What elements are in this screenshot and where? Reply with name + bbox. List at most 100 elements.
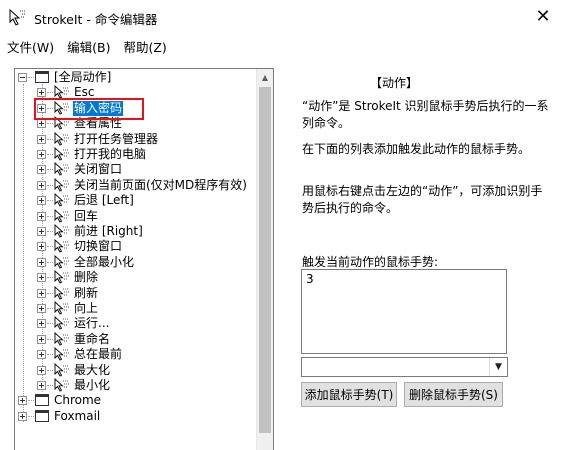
tree-node-label: 运行... (74, 316, 110, 331)
expand-plus-icon[interactable] (37, 288, 46, 298)
tree-branch-line (47, 277, 53, 279)
tree-row[interactable]: 重命名 (15, 331, 255, 347)
collapse-minus-icon[interactable] (18, 73, 27, 82)
expand-plus-icon[interactable] (37, 242, 46, 252)
expand-plus-icon[interactable] (37, 350, 46, 360)
expand-plus-icon[interactable] (18, 411, 27, 421)
expand-plus-icon[interactable] (37, 273, 46, 283)
tree-branch-line (47, 138, 53, 140)
tree-row[interactable]: 向上 (15, 300, 255, 316)
tree-branch-line (28, 400, 34, 402)
action-info-panel: 【动作】 “动作”是 StrokeIt 识别鼠标手势后执行的一系列命令。 在下面… (282, 56, 566, 450)
tree-branch-line (47, 385, 53, 386)
expand-plus-icon[interactable] (37, 257, 46, 267)
tree-node-label: 最大化 (74, 362, 111, 377)
tree-branch-line (47, 246, 53, 248)
tree-row[interactable]: 切换窗口 (15, 239, 255, 254)
expand-plus-icon[interactable] (37, 381, 46, 390)
tree-row[interactable]: 全部最小化 (15, 254, 255, 270)
expand-plus-icon[interactable] (18, 396, 27, 406)
annotation-highlight-box (34, 98, 144, 120)
expand-plus-icon[interactable] (37, 196, 46, 206)
scroll-thumb[interactable] (259, 87, 271, 433)
window-icon (35, 409, 49, 422)
title-bar: StrokeIt - 命令编辑器 ✕ (0, 0, 566, 34)
tree-row[interactable]: 刷新 (15, 285, 255, 301)
tree-node-label: 最小化 (74, 378, 111, 392)
tree-row[interactable]: 回车 (15, 208, 255, 224)
tree-branch-line (47, 200, 53, 202)
tree-branch-line (47, 215, 53, 217)
tree-node-label: 回车 (74, 208, 99, 223)
expand-plus-icon[interactable] (37, 304, 46, 313)
tree-row[interactable]: Foxmail (15, 409, 255, 424)
tree-branch-line (47, 354, 53, 356)
tree-branch-line (47, 292, 53, 294)
tree-node-label: 删除 (74, 270, 99, 285)
tree-branch-line (47, 184, 53, 186)
tree-branch-line (28, 77, 34, 78)
tree-node-label: 前进 [Right] (74, 224, 143, 238)
tree-row[interactable]: 删除 (15, 270, 255, 285)
menu-help[interactable]: 帮助(Z) (116, 34, 172, 56)
strokeit-app-icon (9, 8, 26, 26)
expand-plus-icon[interactable] (37, 334, 46, 344)
tree-branch-line (47, 369, 53, 371)
tree-row[interactable]: 总在最前 (15, 347, 255, 362)
expand-plus-icon[interactable] (37, 319, 46, 329)
expand-plus-icon[interactable] (37, 88, 46, 98)
tree-row[interactable]: 最大化 (15, 362, 255, 378)
tree-branch-line (47, 231, 53, 232)
tree-row[interactable]: 前进 [Right] (15, 223, 255, 239)
description-paragraph-1: “动作”是 StrokeIt 识别鼠标手势后执行的一系列命令。 (302, 99, 549, 130)
expand-plus-icon[interactable] (37, 119, 46, 129)
scroll-up-arrow-icon[interactable]: ▲ (257, 69, 273, 86)
tree-node-label: 打开我的电脑 (74, 147, 147, 161)
tree-branch-line (47, 92, 53, 94)
tree-branch-line (47, 123, 53, 125)
tree-node-label: [全局动作] (54, 70, 112, 84)
tree-row[interactable]: 后退 [Left] (15, 193, 255, 208)
tree-row[interactable]: Chrome (15, 393, 255, 408)
tree-vertical-scrollbar[interactable]: ▲ (256, 69, 273, 450)
tree-content: [全局动作] Esc 输入密码 查看属性 打开任务管理器 打开我的电脑 关闭窗口 关闭当前页面… (15, 69, 256, 450)
tree-node-label: Foxmail (54, 408, 101, 423)
tree-node-label: 打开任务管理器 (74, 131, 159, 146)
expand-plus-icon[interactable] (37, 227, 46, 236)
tree-row[interactable]: 打开任务管理器 (15, 131, 255, 147)
tree-branch-line (47, 308, 53, 309)
description-paragraph-2: 在下面的列表添加触发此动作的鼠标手势。 (302, 142, 531, 156)
tree-row[interactable]: 关闭窗口 (15, 162, 255, 177)
menu-bar: 文件(W) 编辑(B) 帮助(Z) (0, 34, 566, 56)
tree-row[interactable]: 打开我的电脑 (15, 146, 255, 162)
tree-node-label: 刷新 (74, 285, 99, 300)
window-title: StrokeIt - 命令编辑器 (34, 12, 158, 27)
tree-node-label: 重命名 (74, 331, 111, 346)
menu-file[interactable]: 文件(W) (0, 34, 60, 56)
action-tree[interactable]: [全局动作] Esc 输入密码 查看属性 打开任务管理器 打开我的电脑 关闭窗口 关闭当前页面… (14, 68, 274, 450)
gesture-list[interactable]: 3 (301, 269, 507, 354)
panel-heading: 【动作】 (370, 76, 419, 90)
gesture-select[interactable]: ▼ (301, 357, 508, 377)
tree-row[interactable]: 最小化 (15, 377, 255, 393)
chevron-down-icon[interactable]: ▼ (489, 358, 507, 376)
tree-row[interactable]: 关闭当前页面(仅对MD程序有效) (15, 177, 255, 193)
menu-edit[interactable]: 编辑(B) (60, 34, 116, 56)
tree-node-label: 关闭当前页面(仅对MD程序有效) (74, 177, 247, 192)
tree-branch-line (47, 154, 53, 155)
tree-node-label: 后退 [Left] (74, 193, 134, 208)
gesture-list-item[interactable]: 3 (302, 270, 506, 288)
expand-plus-icon[interactable] (37, 365, 46, 375)
close-button[interactable]: ✕ (520, 0, 566, 32)
expand-plus-icon[interactable] (37, 180, 46, 190)
expand-plus-icon[interactable] (37, 165, 46, 175)
expand-plus-icon[interactable] (37, 211, 46, 221)
tree-row[interactable]: [全局动作] (15, 70, 255, 85)
delete-gesture-button[interactable]: 删除鼠标手势(S) (404, 382, 503, 407)
expand-plus-icon[interactable] (37, 150, 46, 159)
expand-plus-icon[interactable] (37, 134, 46, 144)
add-gesture-button[interactable]: 添加鼠标手势(T) (301, 382, 397, 407)
tree-node-label: 向上 (74, 301, 99, 315)
tree-node-label: 切换窗口 (74, 239, 123, 254)
tree-row[interactable]: 运行... (15, 316, 255, 331)
